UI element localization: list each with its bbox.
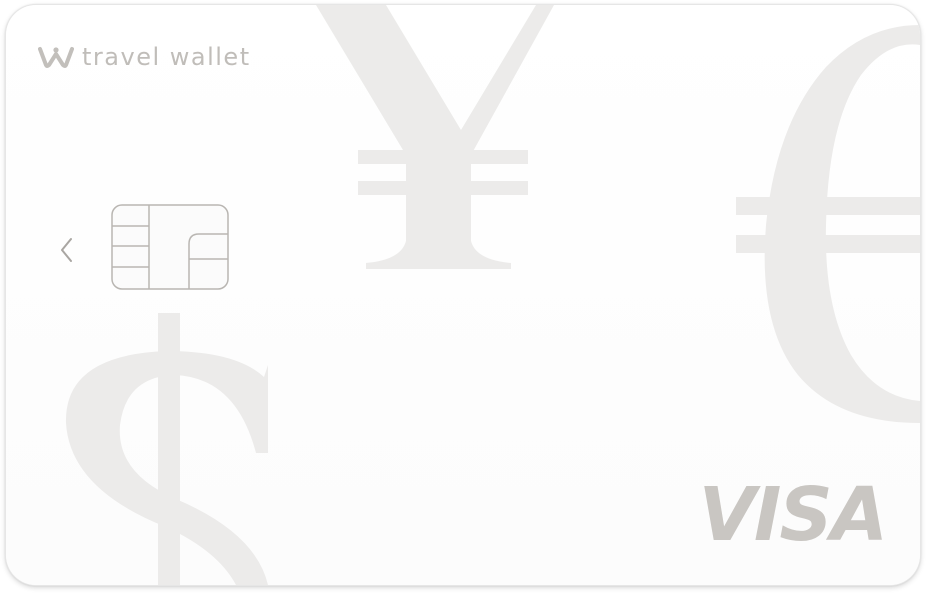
visa-logo: VISA xyxy=(698,472,888,558)
brand-logo: travel wallet xyxy=(38,39,251,75)
dollar-symbol xyxy=(65,313,268,585)
travel-wallet-card: travel wallet VISA xyxy=(6,5,920,585)
euro-symbol xyxy=(736,25,920,423)
emv-chip-icon xyxy=(111,204,229,290)
brand-name: travel wallet xyxy=(82,43,251,71)
yen-symbol xyxy=(316,5,554,269)
chevron-left-icon[interactable] xyxy=(56,235,76,265)
travel-wallet-w-logo-icon xyxy=(38,47,74,68)
screen: travel wallet VISA xyxy=(0,0,930,593)
